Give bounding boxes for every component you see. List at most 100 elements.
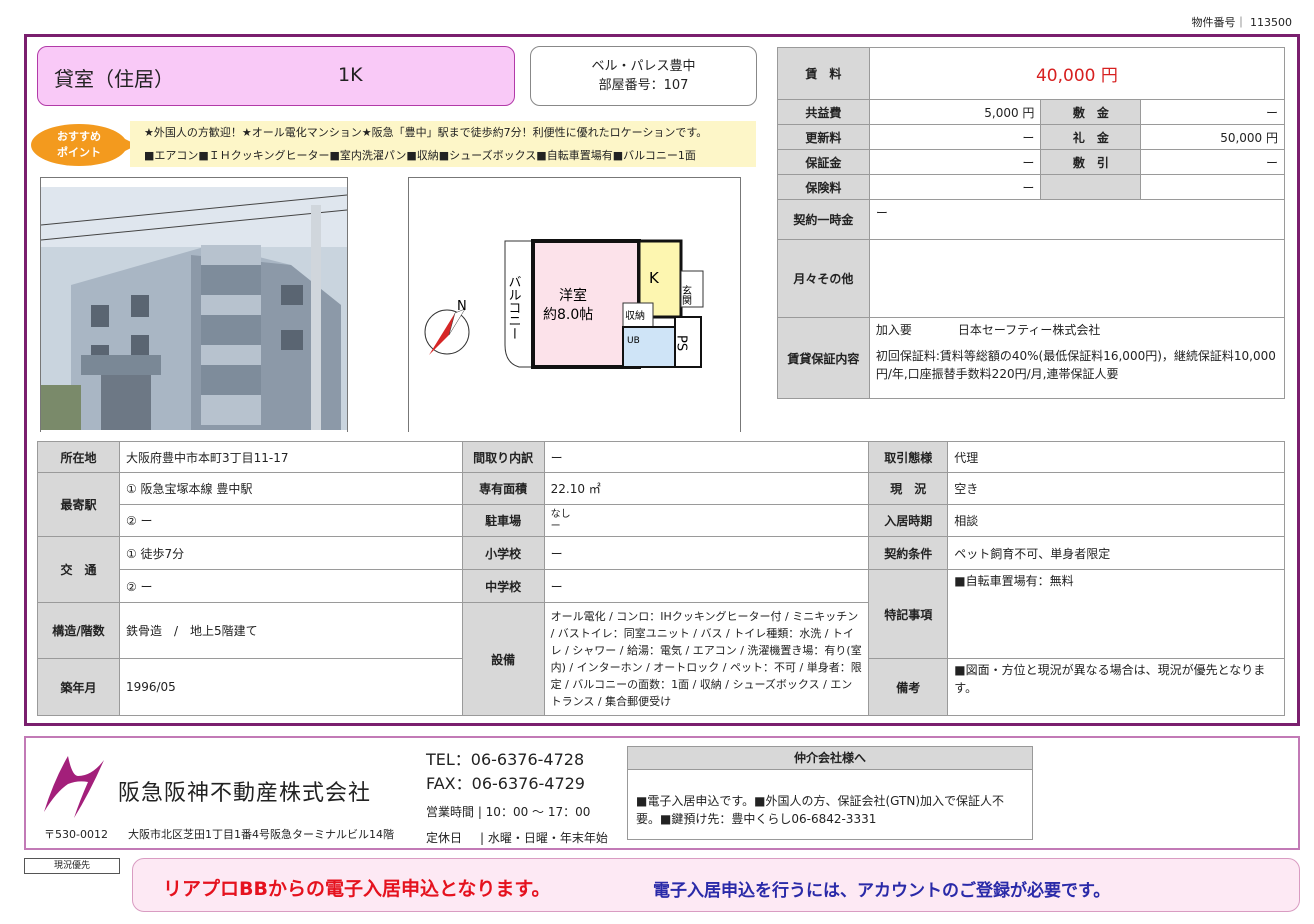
deal-label: 取引態様	[868, 441, 949, 473]
room-layout-value: ー	[543, 441, 870, 473]
listing-type-box: 貸室（住居） 1K	[37, 46, 515, 106]
agent-notice: 仲介会社様へ ■電子入居申込です。■外国人の方、保証会社(GTN)加入で保証人不…	[627, 746, 1033, 840]
station-label: 最寄駅	[37, 472, 120, 537]
banner-left-text: リアプロBBからの電子入居申込となります。	[163, 878, 551, 900]
monthly-other-value	[868, 239, 1286, 318]
room-size: 約8.0帖	[543, 307, 593, 323]
special-value: ■自転車置場有：無料	[947, 569, 1285, 659]
company-contact: TEL：06-6376-4728 FAX：06-6376-4729	[426, 748, 585, 796]
building-photo	[40, 177, 348, 432]
deduction-label: 敷 引	[1040, 149, 1142, 175]
hours-value: 営業時間 | 10：00 ～ 17：00	[426, 805, 591, 819]
rent-value: 40,000 円	[868, 47, 1286, 100]
company-address: 〒530-0012 大阪市北区芝田1丁目1番4号阪急ターミナルビル14階	[44, 828, 394, 841]
deduction-value: ー	[1140, 149, 1285, 175]
key-money-value: 50,000 円	[1140, 124, 1285, 150]
north-label: N	[457, 299, 467, 314]
built-value: 1996/05	[118, 658, 463, 716]
key-money-label: 礼 金	[1040, 124, 1142, 150]
deal-value: 代理	[947, 441, 1285, 473]
e-application-banner: リアプロBBからの電子入居申込となります。 電子入居申込を行うには、アカウントの…	[132, 858, 1300, 912]
remarks-label: 備考	[868, 658, 949, 716]
room-number: 部屋番号：107	[598, 78, 689, 93]
room-label: 洋室	[559, 287, 587, 304]
parking-value: なしー	[543, 504, 870, 537]
move-in-label: 入居時期	[868, 504, 949, 537]
address-label: 所在地	[37, 441, 120, 473]
recommend-badge: おすすめ ポイント	[31, 124, 137, 166]
structure-value: 鉄骨造 / 地上5階建て	[118, 602, 463, 659]
guarantor-company: 日本セーフティー株式会社	[957, 323, 1101, 337]
fax-number: FAX：06-6376-4729	[426, 774, 585, 793]
conditions-value: ペット飼育不可、単身者限定	[947, 536, 1285, 570]
agent-title: 仲介会社様へ	[628, 747, 1032, 770]
contract-once-label: 契約一時金	[777, 199, 870, 240]
insurance-value: ー	[868, 174, 1042, 200]
common-fee-value: 5,000 円	[868, 99, 1042, 125]
details-table: 所在地 大阪府豊中市本町3丁目11-17 間取り内訳ー 取引態様 代理 最寄駅 ① 阪…	[37, 441, 1285, 716]
building-name-box: ベル・パレス豊中 部屋番号：107	[530, 46, 757, 106]
bath-label: UB	[627, 336, 640, 346]
access-1: ① 徒歩7分	[118, 536, 463, 570]
renewal-label: 更新料	[777, 124, 870, 150]
banner-right-text: 電子入居申込を行うには、アカウントのご登録が必要です。	[653, 881, 1111, 901]
station-2: ② ー	[118, 504, 463, 537]
company-name: 阪急阪神不動産株式会社	[118, 781, 372, 806]
holiday-label: 定休日	[426, 831, 463, 845]
insurance-label: 保険料	[777, 174, 870, 200]
agent-body: ■電子入居申込です。■外国人の方、保証会社(GTN)加入で保証人不要。■鍵預け先…	[636, 794, 1005, 826]
elementary-label: 小学校	[461, 536, 545, 570]
area-label: 専有面積	[461, 472, 545, 505]
special-label: 特記事項	[868, 569, 949, 659]
compass-icon: N	[424, 299, 470, 355]
access-label: 交 通	[37, 536, 120, 603]
holiday-value: | 水曜・日曜・年末年始	[480, 831, 608, 845]
recommend-points: ★外国人の方歓迎！★オール電化マンション★阪急「豊中」駅まで徒歩約7分！利便性に…	[130, 121, 756, 167]
remarks-value: ■図面・方位と現況が異なる場合は、現況が優先となります。	[947, 658, 1285, 716]
kitchen-label: K	[649, 269, 660, 287]
guarantor-label: 賃貸保証内容	[777, 317, 870, 399]
guarantee-value: ー	[868, 149, 1042, 175]
guarantee-label: 保証金	[777, 149, 870, 175]
listing-type: 貸室（住居）	[54, 67, 174, 91]
move-in-value: 相談	[947, 504, 1285, 537]
equipment-value: オール電化 / コンロ：IHクッキングヒーター付 / ミニキッチン / バストイ…	[543, 602, 870, 716]
building-name: ベル・パレス豊中	[591, 59, 696, 74]
empty-label	[1040, 174, 1142, 200]
genkyo-badge: 現況優先	[24, 858, 120, 874]
monthly-other-label: 月々その他	[777, 239, 870, 318]
status-value: 空き	[947, 472, 1285, 505]
layout-type: 1K	[338, 64, 363, 86]
room-layout-label: 間取り内訳	[461, 441, 545, 473]
recommend-line-1: ★外国人の方歓迎！★オール電化マンション★阪急「豊中」駅まで徒歩約7分！利便性に…	[144, 126, 708, 139]
conditions-label: 契約条件	[868, 536, 949, 570]
built-label: 築年月	[37, 658, 120, 716]
parking-label: 駐車場	[461, 504, 545, 537]
rent-label: 賃 料	[777, 47, 870, 100]
building-photo-image	[40, 187, 348, 430]
elementary-value: ー	[543, 536, 870, 570]
entrance-label: 玄関	[680, 284, 692, 306]
renewal-value: ー	[868, 124, 1042, 150]
contract-once-value: ー	[868, 199, 1286, 240]
tel-number: TEL：06-6376-4728	[426, 750, 585, 769]
address-value: 大阪府豊中市本町3丁目11-17	[118, 441, 463, 473]
recommend-line-2: ■エアコン■ＩＨクッキングヒーター■室内洗濯パン■収納■シューズボックス■自転車…	[144, 149, 696, 162]
empty-value	[1140, 174, 1285, 200]
company-logo-icon	[44, 756, 104, 818]
deposit-value: ー	[1140, 99, 1285, 125]
property-number: 物件番号｜ 113500	[1191, 16, 1293, 29]
balcony-label: バルコニー	[506, 275, 522, 340]
floor-plan-drawing: N バルコニー 洋室 約8.0帖 K 玄関 収納 UB PS	[424, 239, 704, 369]
structure-label: 構造/階数	[37, 602, 120, 659]
ps-label: PS	[674, 335, 689, 351]
junior-label: 中学校	[461, 569, 545, 603]
parking-line-2: ー	[550, 520, 561, 532]
storage-label: 収納	[625, 309, 645, 322]
guarantor-value: 加入要 日本セーフティー株式会社 初回保証料:賃料等総額の40%(最低保証料16,…	[868, 317, 1286, 399]
common-fee-label: 共益費	[777, 99, 870, 125]
parking-line-1: なし	[550, 508, 571, 520]
equipment-label: 設備	[461, 602, 545, 716]
junior-value: ー	[543, 569, 870, 603]
deposit-label: 敷 金	[1040, 99, 1142, 125]
